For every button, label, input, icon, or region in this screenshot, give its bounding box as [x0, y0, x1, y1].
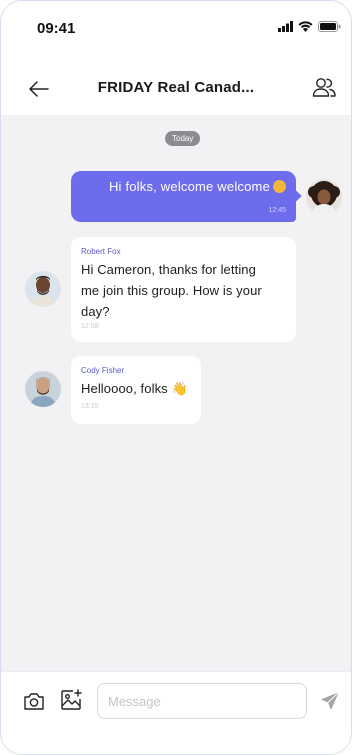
chat-title[interactable]: FRIDAY Real Canad... [1, 79, 351, 96]
wifi-icon [298, 21, 313, 32]
message-line: Hi Cameron, thanks for letting [81, 262, 256, 277]
sender-name: Robert Fox [81, 247, 121, 256]
message-time: 13:15 [81, 403, 99, 410]
sender-name: Cody Fisher [81, 366, 125, 375]
image-add-icon [61, 689, 82, 710]
send-icon [321, 691, 340, 710]
avatar-cody-fisher[interactable] [25, 371, 61, 407]
camera-icon [24, 693, 44, 710]
date-separator: Today [165, 131, 201, 146]
status-time: 09:41 [37, 20, 76, 37]
message-time: 12:45 [268, 207, 286, 214]
message-line: Hi folks, welcome welcome [109, 179, 286, 194]
message-text: Hi folks, welcome welcome [108, 179, 270, 194]
message-text: Hi Cameron, thanks for letting me join t… [81, 259, 262, 322]
avatar-robert-fox-image [25, 271, 61, 307]
chat-thread[interactable]: Today Hi folks, welcome welcome 12:45 Ro… [1, 115, 351, 671]
battery-icon [318, 21, 341, 32]
message-line: day? [81, 304, 110, 319]
waving-hand-emoji-icon: 👋 [171, 381, 188, 396]
outgoing-message[interactable]: Hi folks, welcome welcome 12:45 [71, 171, 296, 222]
message-text: Helloooo, folks [81, 381, 168, 396]
message-composer [1, 671, 351, 754]
message-line: me join this group. How is your [81, 283, 262, 298]
group-members-button[interactable] [311, 75, 337, 101]
message-time: 12:58 [81, 323, 99, 330]
avatar-cody-fisher-image [25, 371, 61, 407]
camera-button[interactable] [23, 690, 45, 712]
incoming-message[interactable]: Robert Fox Hi Cameron, thanks for lettin… [71, 237, 296, 342]
avatar-robert-fox[interactable] [25, 271, 61, 307]
message-line: Helloooo, folks 👋 [81, 378, 188, 399]
add-image-button[interactable] [60, 689, 82, 711]
cellular-signal-icon [278, 21, 293, 32]
status-icons [278, 21, 341, 32]
users-icon [312, 78, 336, 97]
avatar-self-image [306, 179, 342, 215]
chat-header: FRIDAY Real Canad... [1, 61, 351, 115]
message-input[interactable] [97, 683, 307, 719]
send-button[interactable] [319, 690, 341, 712]
phone-frame: 09:41 FRIDAY Real Canad... Today Hi folk… [0, 0, 352, 755]
grinning-face-emoji-icon [273, 180, 286, 193]
avatar-self[interactable] [306, 179, 342, 215]
status-bar: 09:41 [1, 1, 351, 61]
incoming-message[interactable]: Cody Fisher Helloooo, folks 👋 13:15 [71, 356, 201, 424]
